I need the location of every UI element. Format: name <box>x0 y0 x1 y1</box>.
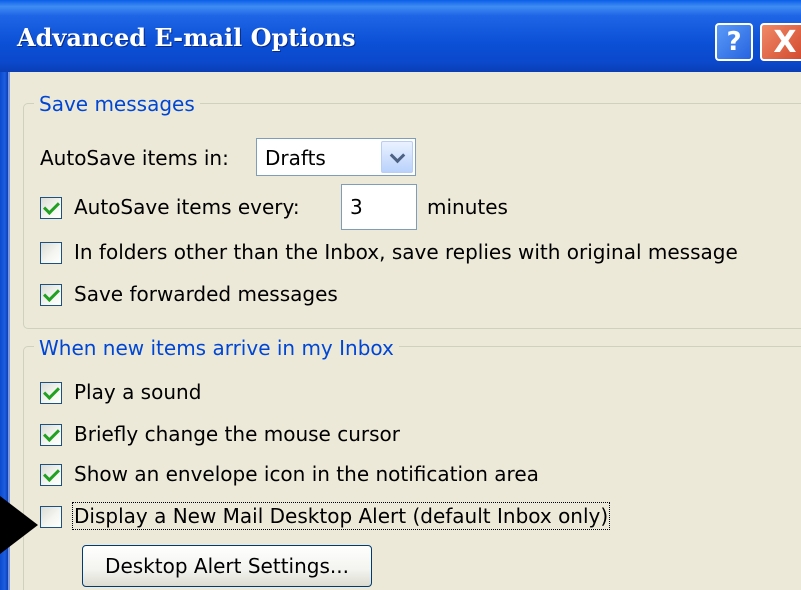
help-icon: ? <box>726 27 742 57</box>
autosave-folder-dropdown[interactable]: Drafts <box>256 138 416 176</box>
save-replies-checkbox[interactable] <box>40 242 62 264</box>
new-items-legend: When new items arrive in my Inbox <box>34 336 399 360</box>
autosave-in-label: AutoSave items in: <box>40 146 229 170</box>
save-forwarded-label[interactable]: Save forwarded messages <box>74 282 338 306</box>
chevron-down-icon[interactable] <box>381 141 413 173</box>
save-messages-legend: Save messages <box>34 92 200 116</box>
advanced-email-options-dialog: Advanced E-mail Options ? X Save message… <box>0 0 801 590</box>
close-button[interactable]: X <box>760 23 801 61</box>
desktop-alert-checkbox[interactable] <box>40 506 62 528</box>
play-sound-checkbox[interactable] <box>40 382 62 404</box>
pointer-arrow-icon <box>0 496 38 554</box>
save-replies-label[interactable]: In folders other than the Inbox, save re… <box>74 240 738 264</box>
autosave-minutes-input[interactable]: 3 <box>341 184 417 230</box>
play-sound-label[interactable]: Play a sound <box>74 380 201 404</box>
desktop-alert-settings-button[interactable]: Desktop Alert Settings... <box>82 545 372 587</box>
envelope-icon-checkbox[interactable] <box>40 464 62 486</box>
save-forwarded-checkbox[interactable] <box>40 284 62 306</box>
autosave-every-label[interactable]: AutoSave items every: <box>74 195 300 219</box>
autosave-every-checkbox[interactable] <box>40 197 62 219</box>
change-cursor-checkbox[interactable] <box>40 424 62 446</box>
envelope-icon-label[interactable]: Show an envelope icon in the notificatio… <box>74 462 539 486</box>
dialog-title: Advanced E-mail Options <box>17 23 356 52</box>
title-bar[interactable]: Advanced E-mail Options ? X <box>0 0 801 72</box>
desktop-alert-label[interactable]: Display a New Mail Desktop Alert (defaul… <box>71 502 611 530</box>
minutes-label: minutes <box>427 195 508 219</box>
change-cursor-label[interactable]: Briefly change the mouse cursor <box>74 422 400 446</box>
close-icon: X <box>773 24 797 60</box>
help-button[interactable]: ? <box>715 23 753 61</box>
autosave-folder-value: Drafts <box>265 146 326 170</box>
